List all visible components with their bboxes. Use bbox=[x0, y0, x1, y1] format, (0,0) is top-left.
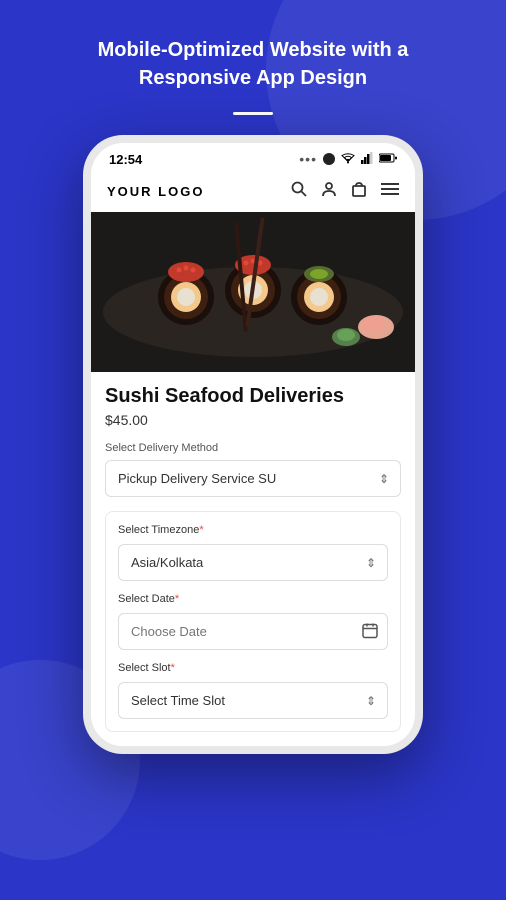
status-bar: 12:54 ••• bbox=[91, 143, 415, 171]
delivery-method-wrapper: Pickup Delivery Service SU bbox=[105, 460, 401, 497]
battery-icon bbox=[379, 152, 397, 166]
product-image bbox=[91, 212, 415, 372]
status-icons: ••• bbox=[299, 151, 397, 167]
nav-icons bbox=[291, 181, 399, 202]
signal-icon bbox=[361, 152, 373, 167]
delivery-method-select[interactable]: Pickup Delivery Service SU bbox=[105, 460, 401, 497]
sushi-plate bbox=[91, 212, 415, 372]
search-icon[interactable] bbox=[291, 181, 307, 202]
delivery-method-label: Select Delivery Method bbox=[105, 442, 401, 454]
sushi-svg bbox=[91, 212, 415, 372]
camera-notch bbox=[323, 153, 335, 165]
menu-icon[interactable] bbox=[381, 182, 399, 201]
product-price: $45.00 bbox=[105, 412, 401, 428]
header-divider bbox=[233, 112, 273, 115]
slot-select[interactable]: Select Time Slot bbox=[118, 682, 388, 719]
page-header: Mobile-Optimized Website with a Responsi… bbox=[58, 36, 449, 92]
timezone-select[interactable]: Asia/Kolkata bbox=[118, 544, 388, 581]
date-input[interactable] bbox=[118, 613, 388, 650]
timezone-label: Select Timezone* bbox=[118, 524, 388, 536]
form-section: Select Delivery Method Pickup Delivery S… bbox=[91, 442, 415, 746]
status-time: 12:54 bbox=[109, 152, 142, 167]
timezone-required: * bbox=[199, 524, 203, 536]
calendar-icon bbox=[362, 622, 378, 641]
slot-required: * bbox=[171, 662, 175, 674]
nav-bar: YOUR LOGO bbox=[91, 171, 415, 212]
date-input-wrapper bbox=[118, 613, 388, 650]
header-line-1: Mobile-Optimized Website with a bbox=[98, 39, 409, 61]
logo: YOUR LOGO bbox=[107, 184, 204, 199]
phone-frame: 12:54 ••• bbox=[83, 135, 423, 754]
product-title: Sushi Seafood Deliveries bbox=[105, 384, 401, 408]
status-dots: ••• bbox=[299, 151, 317, 167]
bag-icon[interactable] bbox=[351, 181, 367, 202]
phone-content: YOUR LOGO bbox=[91, 171, 415, 746]
date-label: Select Date* bbox=[118, 593, 388, 605]
header-line-2: Responsive App Design bbox=[139, 67, 367, 89]
wifi-icon bbox=[341, 152, 355, 167]
slot-label: Select Slot* bbox=[118, 662, 388, 674]
product-info: Sushi Seafood Deliveries $45.00 bbox=[91, 372, 415, 428]
date-required: * bbox=[175, 593, 179, 605]
timezone-wrapper: Asia/Kolkata bbox=[118, 544, 388, 581]
user-icon[interactable] bbox=[321, 181, 337, 202]
inner-card: Select Timezone* Asia/Kolkata Select Dat… bbox=[105, 511, 401, 732]
slot-wrapper: Select Time Slot bbox=[118, 682, 388, 719]
